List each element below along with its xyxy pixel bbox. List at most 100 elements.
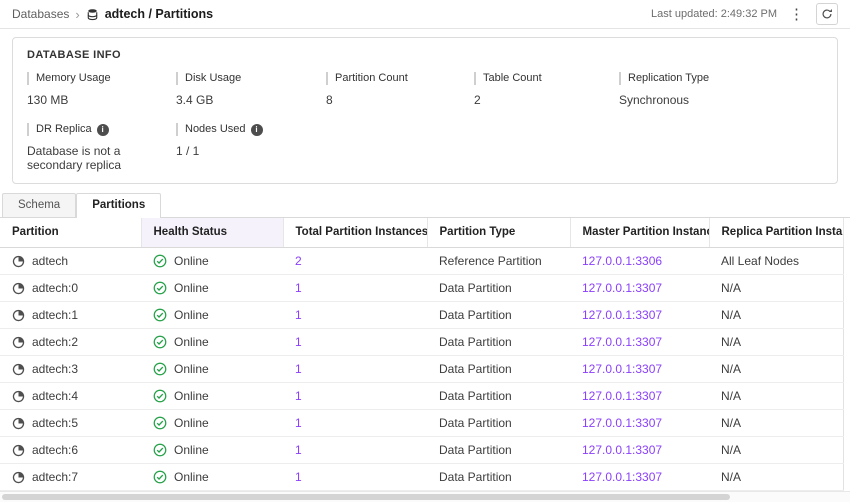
master-instance-link[interactable]: 127.0.0.1:3307 [582, 416, 662, 430]
total-instances-link[interactable]: 1 [295, 443, 302, 457]
database-icon [86, 8, 99, 21]
partitions-table: Partition Health Status Total Partition … [0, 218, 844, 491]
kebab-icon: ⋮ [789, 6, 804, 23]
partition-pie-icon [12, 471, 25, 484]
total-instances-link[interactable]: 2 [295, 254, 302, 268]
table-row[interactable]: adtech:7 Online 1 Data Partition 127.0.0… [0, 464, 843, 491]
metric-label: Memory Usage [27, 72, 176, 85]
master-instance-link[interactable]: 127.0.0.1:3307 [582, 389, 662, 403]
metric-label-text: Memory Usage [36, 72, 111, 85]
replica-instance-text: N/A [721, 416, 741, 430]
health-status-text: Online [174, 335, 209, 349]
partition-type-text: Data Partition [439, 335, 512, 349]
column-header-total-instances[interactable]: Total Partition Instances [283, 218, 427, 248]
metric-label: DR Replica i [27, 123, 176, 136]
partition-pie-icon [12, 363, 25, 376]
partition-name: adtech [32, 254, 68, 268]
kebab-menu-button[interactable]: ⋮ [786, 7, 807, 22]
partition-type-text: Data Partition [439, 416, 512, 430]
master-instance-link[interactable]: 127.0.0.1:3307 [582, 335, 662, 349]
metric-label: Disk Usage [176, 72, 326, 85]
column-header-master-instance[interactable]: Master Partition Instance ... [570, 218, 709, 248]
table-row[interactable]: adtech:1 Online 1 Data Partition 127.0.0… [0, 302, 843, 329]
table-row[interactable]: adtech:6 Online 1 Data Partition 127.0.0… [0, 437, 843, 464]
online-check-icon [153, 470, 167, 484]
column-header-health-status[interactable]: Health Status [141, 218, 283, 248]
metric-label-text: Disk Usage [185, 72, 241, 85]
metric-label: Table Count [474, 72, 619, 85]
master-instance-link[interactable]: 127.0.0.1:3307 [582, 470, 662, 484]
metric-value: 8 [326, 93, 458, 107]
database-info-card: DATABASE INFO Memory Usage 130 MB Disk U… [12, 37, 838, 184]
total-instances-link[interactable]: 1 [295, 308, 302, 322]
table-row[interactable]: adtech Online 2 Reference Partition 127.… [0, 248, 843, 275]
online-check-icon [153, 335, 167, 349]
replica-instance-text: N/A [721, 389, 741, 403]
partition-pie-icon [12, 417, 25, 430]
online-check-icon [153, 254, 167, 268]
column-header-partition[interactable]: Partition [0, 218, 141, 248]
partition-name: adtech:1 [32, 308, 78, 322]
metric-label: Partition Count [326, 72, 474, 85]
online-check-icon [153, 389, 167, 403]
online-check-icon [153, 308, 167, 322]
table-row[interactable]: adtech:2 Online 1 Data Partition 127.0.0… [0, 329, 843, 356]
master-instance-link[interactable]: 127.0.0.1:3307 [582, 281, 662, 295]
app-root: Databases › adtech / Partitions Last upd… [0, 0, 850, 502]
total-instances-link[interactable]: 1 [295, 281, 302, 295]
tab-bar: Schema Partitions [0, 193, 850, 218]
total-instances-link[interactable]: 1 [295, 416, 302, 430]
tab-partitions[interactable]: Partitions [76, 193, 161, 218]
total-instances-link[interactable]: 1 [295, 335, 302, 349]
partition-name: adtech:2 [32, 335, 78, 349]
refresh-button[interactable] [816, 3, 838, 25]
metric-value: 2 [474, 93, 606, 107]
health-status-text: Online [174, 389, 209, 403]
health-status-text: Online [174, 281, 209, 295]
metric-value: 3.4 GB [176, 93, 308, 107]
metric-value: Database is not a secondary replica [27, 144, 159, 172]
info-icon[interactable]: i [251, 124, 263, 136]
master-instance-link[interactable]: 127.0.0.1:3307 [582, 362, 662, 376]
total-instances-link[interactable]: 1 [295, 362, 302, 376]
metric-value: 1 / 1 [176, 144, 308, 158]
partition-name: adtech:6 [32, 443, 78, 457]
column-header-replica-instance[interactable]: Replica Partition Instance ... [709, 218, 843, 248]
partition-pie-icon [12, 309, 25, 322]
column-header-partition-type[interactable]: Partition Type [427, 218, 570, 248]
table-row[interactable]: adtech:5 Online 1 Data Partition 127.0.0… [0, 410, 843, 437]
last-updated-text: Last updated: 2:49:32 PM [651, 8, 777, 20]
total-instances-link[interactable]: 1 [295, 470, 302, 484]
replica-instance-text: All Leaf Nodes [721, 254, 799, 268]
online-check-icon [153, 281, 167, 295]
replica-instance-text: N/A [721, 470, 741, 484]
partition-type-text: Reference Partition [439, 254, 542, 268]
health-status-text: Online [174, 416, 209, 430]
breadcrumb-databases-link[interactable]: Databases [12, 7, 69, 21]
metrics-grid: Memory Usage 130 MB Disk Usage 3.4 GB Pa… [27, 72, 823, 172]
master-instance-link[interactable]: 127.0.0.1:3307 [582, 443, 662, 457]
partition-type-text: Data Partition [439, 281, 512, 295]
partition-name: adtech:0 [32, 281, 78, 295]
master-instance-link[interactable]: 127.0.0.1:3307 [582, 308, 662, 322]
info-icon[interactable]: i [97, 124, 109, 136]
partition-pie-icon [12, 444, 25, 457]
horizontal-scrollbar-track[interactable] [0, 491, 850, 502]
tab-schema[interactable]: Schema [2, 193, 76, 217]
partitions-table-wrap: Partition Health Status Total Partition … [0, 218, 850, 491]
table-row[interactable]: adtech:0 Online 1 Data Partition 127.0.0… [0, 275, 843, 302]
master-instance-link[interactable]: 127.0.0.1:3306 [582, 254, 662, 268]
total-instances-link[interactable]: 1 [295, 389, 302, 403]
table-row[interactable]: adtech:4 Online 1 Data Partition 127.0.0… [0, 383, 843, 410]
partition-name: adtech:7 [32, 470, 78, 484]
partition-type-text: Data Partition [439, 362, 512, 376]
metric-label: Replication Type [619, 72, 823, 85]
horizontal-scrollbar-thumb[interactable] [2, 494, 730, 500]
metric-disk-usage: Disk Usage 3.4 GB [176, 72, 326, 107]
online-check-icon [153, 416, 167, 430]
replica-instance-text: N/A [721, 362, 741, 376]
table-header-row: Partition Health Status Total Partition … [0, 218, 843, 248]
metric-label-text: Partition Count [335, 72, 408, 85]
table-row[interactable]: adtech:3 Online 1 Data Partition 127.0.0… [0, 356, 843, 383]
metric-label: Nodes Used i [176, 123, 326, 136]
